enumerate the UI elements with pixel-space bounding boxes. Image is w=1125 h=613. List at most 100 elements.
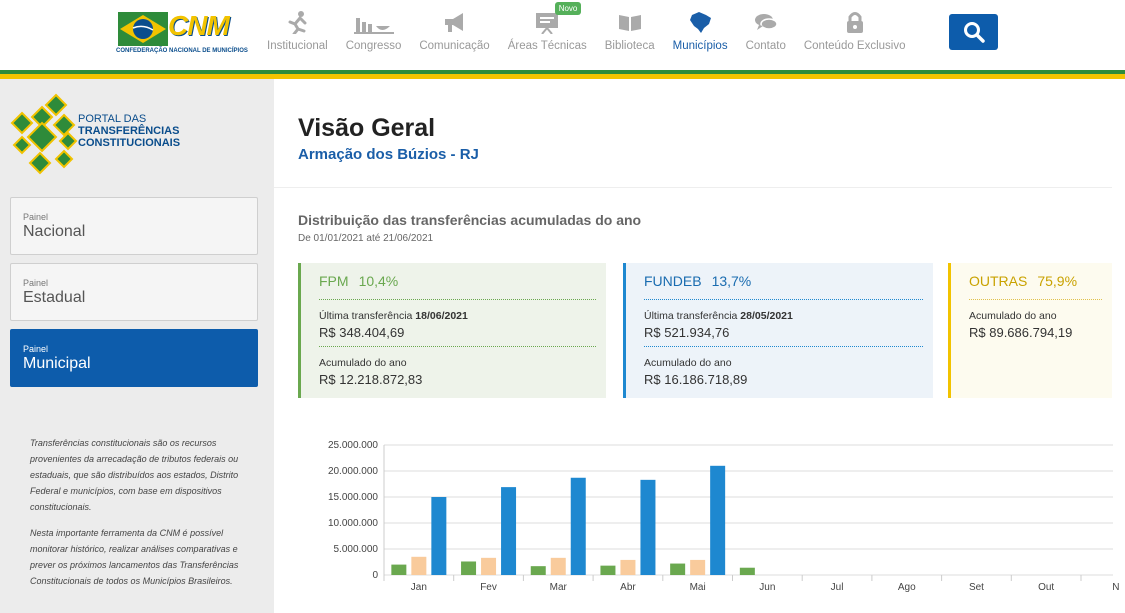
bar bbox=[461, 561, 477, 575]
sidebar: PORTAL DAS TRANSFERÊNCIAS CONSTITUCIONAI… bbox=[0, 79, 274, 613]
last-transfer-value: R$ 521.934,76 bbox=[644, 325, 730, 340]
y-tick-label: 5.000.000 bbox=[334, 544, 379, 555]
bar bbox=[600, 565, 616, 575]
search-button[interactable] bbox=[949, 14, 998, 50]
nav-item-comunicacao[interactable]: Comunicação bbox=[410, 8, 498, 58]
y-tick-label: 25.000.000 bbox=[328, 440, 378, 451]
divider bbox=[274, 187, 1112, 188]
nav-label: Institucional bbox=[267, 40, 328, 52]
accumulated-label: Acumulado do ano bbox=[969, 310, 1057, 322]
nav-item-conteudo-exclusivo[interactable]: Conteúdo Exclusivo bbox=[795, 8, 915, 58]
accumulated-label: Acumulado do ano bbox=[319, 357, 407, 369]
y-tick-label: 20.000.000 bbox=[328, 466, 378, 477]
card-header: FPM 10,4% bbox=[319, 263, 596, 300]
nav-label: Comunicação bbox=[419, 40, 490, 52]
panel-small-label: Painel bbox=[23, 278, 49, 288]
distribution-title: Distribuição das transferências acumulad… bbox=[298, 212, 642, 228]
panel-small-label: Painel bbox=[23, 344, 49, 354]
main-nav: Institucional Congresso Comunicação Novo… bbox=[258, 2, 915, 58]
nav-label: Contato bbox=[745, 40, 786, 52]
accumulated-label: Acumulado do ano bbox=[644, 357, 732, 369]
x-tick-label: Set bbox=[969, 582, 984, 593]
portal-line-1: PORTAL DAS bbox=[78, 113, 147, 125]
nav-item-institucional[interactable]: Institucional bbox=[258, 8, 337, 58]
panel-municipal-button[interactable]: Painel Municipal bbox=[10, 329, 258, 387]
new-badge: Novo bbox=[554, 2, 582, 15]
logo-subtitle: CONFEDERAÇÃO NACIONAL DE MUNICÍPIOS bbox=[116, 48, 248, 54]
panel-estadual-button[interactable]: Painel Estadual bbox=[10, 263, 258, 321]
outras-card: OUTRAS 75,9% Acumulado do ano R$ 89.686.7… bbox=[948, 263, 1112, 398]
panel-nacional-button[interactable]: Painel Nacional bbox=[10, 197, 258, 255]
accumulated-value: R$ 16.186.718,89 bbox=[644, 372, 748, 387]
logo-text: CNM bbox=[168, 10, 230, 41]
nav-item-congresso[interactable]: Congresso bbox=[337, 8, 411, 58]
municipality-name: Armação dos Búzios - RJ bbox=[298, 146, 479, 163]
bar bbox=[411, 556, 427, 575]
bar bbox=[620, 559, 636, 575]
description-paragraph: Nesta importante ferramenta da CNM é pos… bbox=[30, 528, 239, 586]
x-tick-label: Mar bbox=[550, 582, 568, 593]
x-tick-label: Ago bbox=[898, 582, 916, 593]
lock-icon bbox=[846, 12, 863, 33]
description-paragraph: Transferências constitucionais são os re… bbox=[30, 438, 239, 512]
card-header: FUNDEB 13,7% bbox=[644, 263, 923, 300]
panel-big-label: Municipal bbox=[23, 355, 91, 372]
sidebar-description: Transferências constitucionais são os re… bbox=[30, 435, 250, 589]
x-tick-label: Out bbox=[1038, 582, 1054, 593]
nav-item-areas-tecnicas[interactable]: Novo Áreas Técnicas bbox=[499, 2, 596, 58]
search-icon bbox=[963, 22, 985, 43]
last-transfer-label: Última transferência 18/06/2021 bbox=[319, 310, 468, 322]
card-percent: 75,9% bbox=[1037, 273, 1078, 289]
nav-item-contato[interactable]: Contato bbox=[737, 8, 795, 58]
portal-line-2: TRANSFERÊNCIAS bbox=[78, 125, 180, 137]
distribution-period: De 01/01/2021 até 21/06/2021 bbox=[298, 233, 434, 244]
cnm-logo[interactable]: CNM CONFEDERAÇÃO NACIONAL DE MUNICÍPIOS bbox=[116, 6, 248, 58]
x-tick-label: Jul bbox=[831, 582, 844, 593]
portal-logo[interactable]: PORTAL DAS TRANSFERÊNCIAS CONSTITUCIONAI… bbox=[8, 93, 208, 175]
fundeb-card: FUNDEB 13,7% Última transferência 28/05/2… bbox=[623, 263, 933, 398]
card-header: OUTRAS 75,9% bbox=[969, 263, 1102, 300]
bar bbox=[690, 559, 706, 575]
x-tick-label: Mai bbox=[690, 582, 706, 593]
bar bbox=[501, 487, 517, 575]
y-tick-label: 0 bbox=[372, 570, 378, 581]
chat-bubbles-icon bbox=[754, 14, 778, 30]
page-title: Visão Geral bbox=[298, 114, 436, 142]
person-running-icon bbox=[288, 11, 307, 34]
card-percent: 13,7% bbox=[711, 273, 752, 289]
monthly-transfers-chart: 0 5.000.000 10.000.000 15.000.000 20.000.000… bbox=[328, 440, 1120, 593]
brazil-map-icon bbox=[690, 12, 712, 33]
x-tick-label: Fev bbox=[480, 582, 497, 593]
bar bbox=[530, 566, 546, 575]
bar bbox=[431, 497, 447, 575]
nav-label: Conteúdo Exclusivo bbox=[803, 40, 906, 52]
bar bbox=[670, 563, 686, 575]
x-tick-label: N bbox=[1112, 582, 1119, 593]
card-name: OUTRAS bbox=[969, 273, 1028, 289]
bar bbox=[481, 557, 497, 575]
card-name: FPM bbox=[319, 273, 349, 289]
site-header: CNM CONFEDERAÇÃO NACIONAL DE MUNICÍPIOS … bbox=[0, 0, 1125, 70]
nav-item-biblioteca[interactable]: Biblioteca bbox=[596, 8, 664, 58]
nav-label: Biblioteca bbox=[604, 40, 655, 52]
x-tick-label: Jun bbox=[759, 582, 775, 593]
panel-big-label: Estadual bbox=[23, 289, 86, 306]
fpm-card: FPM 10,4% Última transferência 18/06/2021… bbox=[298, 263, 606, 398]
panel-small-label: Painel bbox=[23, 212, 49, 222]
bar bbox=[739, 567, 755, 575]
portal-diamonds-icon bbox=[10, 93, 78, 175]
x-tick-label: Jan bbox=[411, 582, 427, 593]
bar bbox=[710, 465, 726, 575]
nav-label: Municípios bbox=[672, 40, 728, 52]
y-tick-label: 10.000.000 bbox=[328, 518, 378, 529]
nav-item-municipios[interactable]: Municípios bbox=[664, 8, 737, 58]
card-name: FUNDEB bbox=[644, 273, 702, 289]
card-percent: 10,4% bbox=[358, 273, 399, 289]
brazil-flag-icon bbox=[118, 12, 168, 46]
panel-big-label: Nacional bbox=[23, 223, 86, 240]
last-transfer-date: 28/05/2021 bbox=[740, 310, 793, 322]
last-transfer-value: R$ 348.404,69 bbox=[319, 325, 405, 340]
bar bbox=[550, 557, 566, 575]
accumulated-value: R$ 12.218.872,83 bbox=[319, 372, 423, 387]
last-transfer-date: 18/06/2021 bbox=[415, 310, 468, 322]
